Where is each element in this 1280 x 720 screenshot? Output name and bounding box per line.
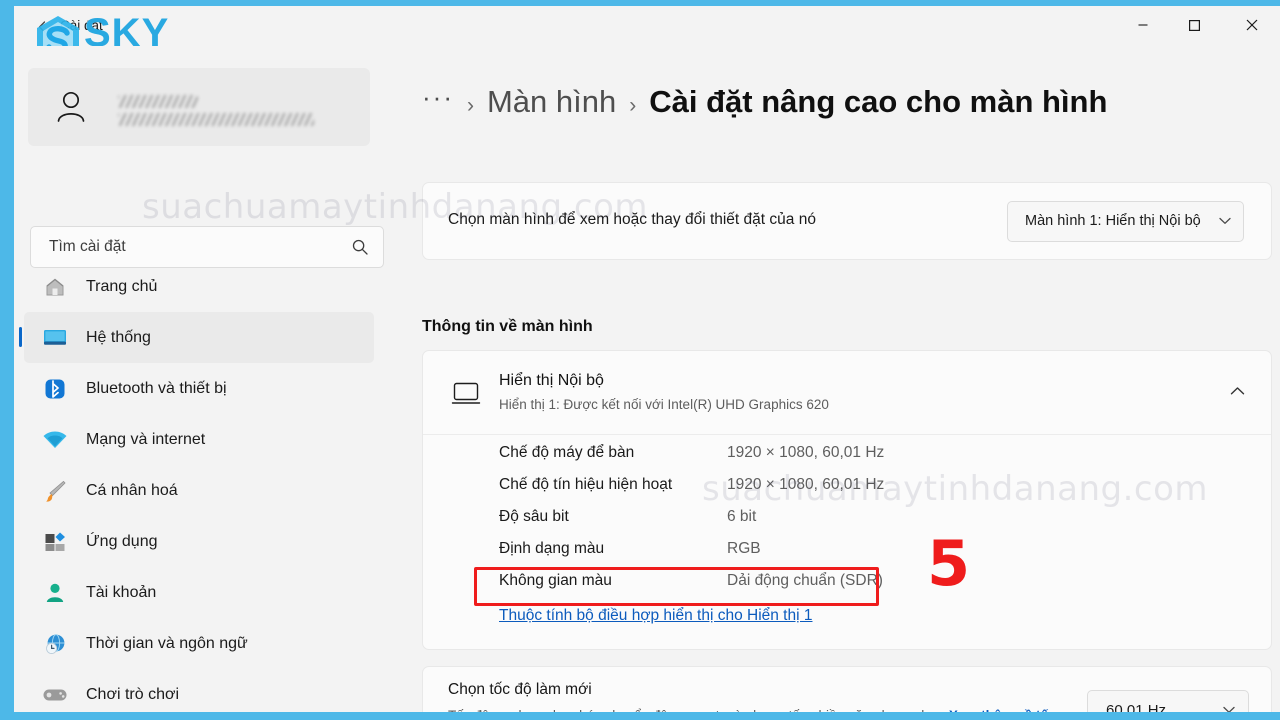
user-profile-card[interactable] bbox=[28, 68, 370, 146]
person-icon bbox=[50, 86, 92, 128]
detail-key: Chế độ máy để bàn bbox=[499, 444, 635, 461]
window-outer-frame: Cài đặt SKY Tìm cài đặt Trang chủ Hệ thố… bbox=[0, 0, 1280, 720]
sidebar-item-bluetooth[interactable]: Bluetooth và thiết bị bbox=[24, 363, 374, 414]
refresh-rate-dropdown[interactable]: 60,01 Hz bbox=[1087, 690, 1249, 712]
detail-row: Không gian màu Dải động chuẩn (SDR) bbox=[423, 565, 1271, 597]
sidebar-item-label: Thời gian và ngôn ngữ bbox=[86, 634, 248, 652]
maximize-button[interactable] bbox=[1171, 6, 1217, 44]
display-info-header[interactable]: Hiển thị Nội bộ Hiển thị 1: Được kết nối… bbox=[423, 351, 1271, 435]
display-connection-info: Hiển thị 1: Được kết nối với Intel(R) UH… bbox=[499, 397, 829, 412]
search-icon[interactable] bbox=[351, 238, 369, 261]
sidebar-item-label: Ứng dụng bbox=[86, 532, 158, 550]
detail-value: 1920 × 1080, 60,01 Hz bbox=[727, 444, 885, 461]
search-placeholder: Tìm cài đặt bbox=[49, 238, 126, 255]
display-detail-list: Chế độ máy để bàn 1920 × 1080, 60,01 Hz … bbox=[423, 437, 1271, 597]
sidebar-item-thoi-gian-ngon-ngu[interactable]: Thời gian và ngôn ngữ bbox=[24, 618, 374, 669]
clock-globe-icon bbox=[42, 631, 68, 657]
detail-value: 6 bit bbox=[727, 508, 757, 525]
brush-icon bbox=[42, 478, 68, 504]
back-arrow-icon[interactable] bbox=[30, 14, 56, 40]
sidebar-item-label: Tài khoản bbox=[86, 583, 157, 601]
breadcrumb-separator-icon: › bbox=[466, 94, 474, 117]
sidebar-item-label: Cá nhân hoá bbox=[86, 481, 178, 499]
detail-key: Chế độ tín hiệu hiện hoạt bbox=[499, 476, 673, 493]
chevron-down-icon bbox=[1219, 214, 1231, 228]
display-adapter-properties-link[interactable]: Thuộc tính bộ điều hợp hiển thị cho Hiển… bbox=[499, 607, 812, 625]
sidebar-nav-list: Trang chủ Hệ thống Bluetooth và thiết bị… bbox=[14, 261, 384, 712]
sidebar-item-label: Hệ thống bbox=[86, 328, 151, 346]
apps-icon bbox=[42, 529, 68, 555]
detail-row: Chế độ máy để bàn 1920 × 1080, 60,01 Hz bbox=[423, 437, 1271, 469]
account-icon bbox=[42, 580, 68, 606]
app-title: Cài đặt bbox=[60, 18, 103, 33]
sidebar-item-label: Trang chủ bbox=[86, 277, 158, 295]
wifi-icon bbox=[42, 427, 68, 453]
sidebar-item-label: Mạng và internet bbox=[86, 430, 206, 448]
minimize-button[interactable] bbox=[1120, 6, 1166, 44]
gamepad-icon bbox=[42, 682, 68, 708]
breadcrumb-separator-icon: › bbox=[629, 94, 637, 117]
page-title: Cài đặt nâng cao cho màn hình bbox=[649, 84, 1108, 119]
section-title: Thông tin về màn hình bbox=[422, 318, 593, 335]
profile-name-redacted bbox=[118, 95, 198, 108]
detail-key: Độ sâu bit bbox=[499, 508, 569, 525]
refresh-rate-title: Chọn tốc độ làm mới bbox=[448, 681, 592, 698]
monitor-icon bbox=[451, 381, 481, 407]
sidebar-item-tai-khoan[interactable]: Tài khoản bbox=[24, 567, 374, 618]
profile-email-redacted bbox=[118, 113, 314, 126]
home-icon bbox=[42, 274, 68, 300]
monitor-icon bbox=[42, 325, 68, 351]
sidebar: Tìm cài đặt Trang chủ Hệ thống Bluetooth… bbox=[14, 46, 384, 712]
display-info-card: Hiển thị Nội bộ Hiển thị 1: Được kết nối… bbox=[422, 350, 1272, 650]
select-display-label: Chọn màn hình để xem hoặc thay đổi thiết… bbox=[448, 211, 816, 228]
display-name: Hiển thị Nội bộ bbox=[499, 372, 604, 389]
detail-value: Dải động chuẩn (SDR) bbox=[727, 572, 883, 589]
main-content: ··· › Màn hình › Cài đặt nâng cao cho mà… bbox=[384, 46, 1280, 712]
sidebar-item-trang-chu[interactable]: Trang chủ bbox=[24, 261, 374, 312]
sidebar-item-label: Chơi trò chơi bbox=[86, 685, 180, 703]
sidebar-item-he-thong[interactable]: Hệ thống bbox=[19, 312, 374, 363]
display-select-value: Màn hình 1: Hiển thị Nội bộ bbox=[1025, 213, 1201, 229]
detail-key: Không gian màu bbox=[499, 572, 612, 589]
detail-value: 1920 × 1080, 60,01 Hz bbox=[727, 476, 885, 493]
breadcrumb-overflow-button[interactable]: ··· bbox=[422, 82, 454, 113]
refresh-rate-card: Chọn tốc độ làm mới Tốc độ cao hơn cho p… bbox=[422, 666, 1272, 712]
breadcrumb-parent-link[interactable]: Màn hình bbox=[487, 84, 616, 120]
sidebar-item-choi-tro-choi[interactable]: Chơi trò chơi bbox=[24, 669, 374, 712]
bluetooth-icon bbox=[42, 376, 68, 402]
sidebar-item-ca-nhan-hoa[interactable]: Cá nhân hoá bbox=[24, 465, 374, 516]
annotation-step-number: 5 bbox=[927, 527, 971, 600]
detail-row: Chế độ tín hiệu hiện hoạt 1920 × 1080, 6… bbox=[423, 469, 1271, 501]
display-select-dropdown[interactable]: Màn hình 1: Hiển thị Nội bộ bbox=[1007, 201, 1244, 242]
detail-key: Định dạng màu bbox=[499, 540, 605, 557]
chevron-down-icon bbox=[1223, 703, 1235, 712]
breadcrumb: ··· › Màn hình › Cài đặt nâng cao cho mà… bbox=[422, 82, 1108, 120]
refresh-rate-description-text: Tốc độ cao hơn cho phép chuyển động mượt… bbox=[448, 708, 949, 712]
chevron-up-icon[interactable] bbox=[1230, 383, 1245, 400]
title-bar: Cài đặt bbox=[14, 6, 1280, 46]
sidebar-item-label: Bluetooth và thiết bị bbox=[86, 379, 227, 397]
detail-row: Định dạng màu RGB bbox=[423, 533, 1271, 565]
select-display-card: Chọn màn hình để xem hoặc thay đổi thiết… bbox=[422, 182, 1272, 260]
detail-value: RGB bbox=[727, 540, 761, 557]
sidebar-item-mang-internet[interactable]: Mạng và internet bbox=[24, 414, 374, 465]
detail-row: Độ sâu bit 6 bit bbox=[423, 501, 1271, 533]
refresh-rate-description: Tốc độ cao hơn cho phép chuyển động mượt… bbox=[448, 705, 1068, 712]
refresh-rate-value: 60,01 Hz bbox=[1106, 702, 1167, 712]
close-button[interactable] bbox=[1229, 6, 1275, 44]
sidebar-item-ung-dung[interactable]: Ứng dụng bbox=[24, 516, 374, 567]
settings-window: Cài đặt SKY Tìm cài đặt Trang chủ Hệ thố… bbox=[14, 6, 1280, 712]
